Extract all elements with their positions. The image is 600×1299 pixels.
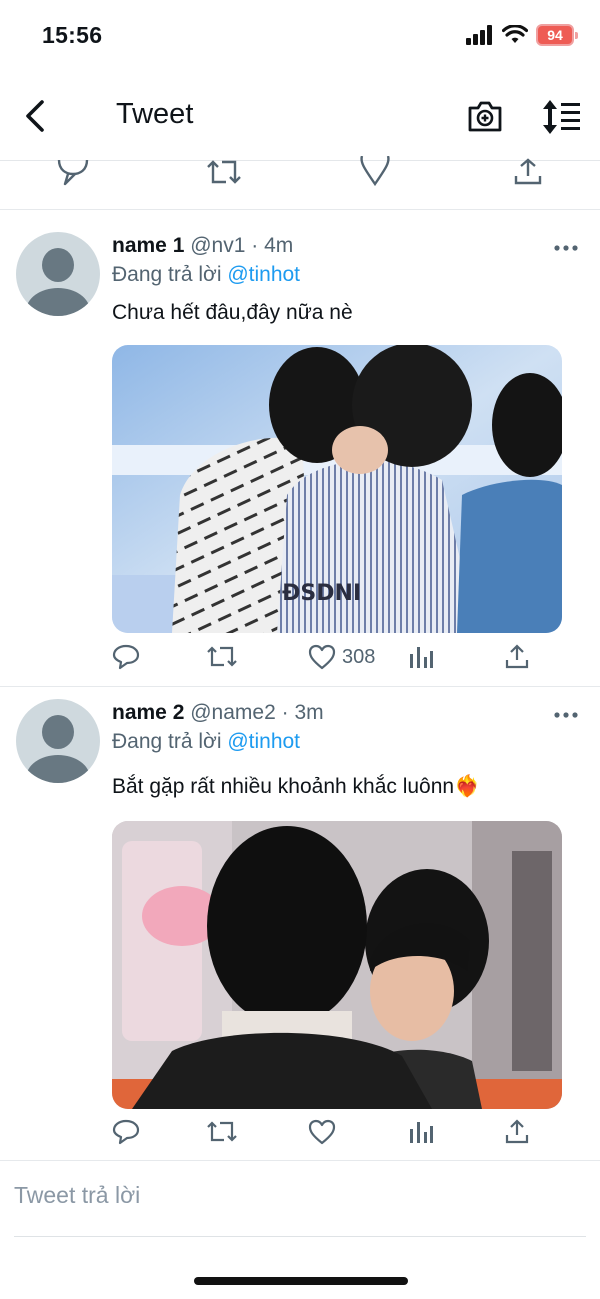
share-icon[interactable] bbox=[512, 158, 544, 186]
divider bbox=[0, 1160, 600, 1161]
tweet-1[interactable]: name 1 @nv1 · 4m Đang trả lời @tinhot Ch… bbox=[0, 210, 600, 686]
share-button[interactable] bbox=[504, 1119, 530, 1145]
replying-to: Đang trả lời @tinhot bbox=[112, 263, 300, 287]
avatar[interactable] bbox=[16, 699, 100, 783]
reply-input[interactable]: Tweet trả lời bbox=[14, 1182, 140, 1209]
retweet-icon bbox=[207, 1121, 237, 1142]
separator-dot: · bbox=[251, 234, 259, 257]
battery-level: 94 bbox=[547, 27, 563, 43]
avatar-head bbox=[42, 715, 74, 749]
retweet-button[interactable] bbox=[206, 1119, 238, 1145]
tweet-time: 4m bbox=[264, 234, 294, 257]
sort-icon[interactable] bbox=[540, 98, 582, 136]
tweet-actions: 308 bbox=[112, 644, 562, 678]
status-bar: 15:56 94 bbox=[0, 0, 600, 72]
tweet-header: name 1 @nv1 · 4m bbox=[112, 234, 293, 258]
like-icon bbox=[308, 1119, 336, 1145]
tweet-header: name 2 @name2 · 3m bbox=[112, 701, 324, 725]
like-count: 308 bbox=[342, 645, 376, 668]
replying-to-prefix: Đang trả lời bbox=[112, 730, 222, 753]
tweet-2[interactable]: name 2 @name2 · 3m Đang trả lời @tinhot … bbox=[0, 687, 600, 1157]
like-button[interactable] bbox=[308, 1119, 342, 1145]
signal-icon bbox=[466, 25, 492, 45]
avatar-body bbox=[26, 755, 90, 783]
nav-bar: Tweet bbox=[0, 80, 600, 154]
analytics-icon bbox=[410, 647, 433, 668]
like-button[interactable]: 308 bbox=[308, 644, 375, 670]
analytics-button[interactable] bbox=[408, 1119, 434, 1145]
tweet-media-photo[interactable]: ĐSDNI bbox=[112, 345, 562, 633]
retweet-button[interactable] bbox=[206, 644, 238, 670]
previous-tweet-actions bbox=[0, 156, 600, 208]
reply-button[interactable] bbox=[112, 1119, 140, 1145]
author-name[interactable]: name 1 bbox=[112, 234, 184, 257]
status-icons: 94 bbox=[466, 24, 578, 46]
share-icon bbox=[505, 644, 529, 669]
home-indicator[interactable] bbox=[194, 1277, 408, 1285]
reply-icon bbox=[112, 644, 140, 670]
avatar-head bbox=[42, 248, 74, 282]
replying-to-mention[interactable]: @tinhot bbox=[227, 730, 300, 753]
share-button[interactable] bbox=[504, 644, 530, 670]
back-arrow-icon[interactable] bbox=[20, 98, 54, 134]
replying-to: Đang trả lời @tinhot bbox=[112, 730, 300, 754]
retweet-icon[interactable] bbox=[206, 158, 242, 188]
tweet-time: 3m bbox=[294, 701, 324, 724]
camera-plus-icon[interactable] bbox=[466, 98, 504, 134]
like-icon[interactable] bbox=[358, 156, 392, 186]
author-handle[interactable]: @nv1 bbox=[190, 234, 245, 257]
share-icon bbox=[505, 1119, 529, 1144]
wifi-icon bbox=[502, 25, 528, 43]
analytics-button[interactable] bbox=[408, 644, 434, 670]
avatar-body bbox=[26, 288, 90, 316]
analytics-icon bbox=[410, 1122, 433, 1143]
tweet-text: Bắt gặp rất nhiều khoảnh khắc luônn❤️‍🔥 bbox=[112, 775, 481, 798]
author-name[interactable]: name 2 bbox=[112, 701, 184, 724]
avatar[interactable] bbox=[16, 232, 100, 316]
replying-to-mention[interactable]: @tinhot bbox=[227, 263, 300, 286]
reply-input-underline bbox=[14, 1236, 586, 1237]
svg-text:ĐSDNI: ĐSDNI bbox=[282, 581, 361, 606]
reply-button[interactable] bbox=[112, 644, 140, 670]
tweet-media-photo[interactable] bbox=[112, 821, 562, 1109]
battery-icon: 94 bbox=[536, 24, 578, 46]
reply-icon[interactable] bbox=[56, 158, 90, 186]
tweet-text: Chưa hết đâu,đây nữa nè bbox=[112, 301, 353, 324]
retweet-icon bbox=[207, 646, 237, 667]
more-icon[interactable] bbox=[554, 711, 578, 719]
author-handle[interactable]: @name2 bbox=[190, 701, 276, 724]
tweet-actions bbox=[112, 1119, 562, 1153]
more-icon[interactable] bbox=[554, 244, 578, 252]
like-icon bbox=[308, 644, 336, 670]
reply-icon bbox=[112, 1119, 140, 1145]
page-title: Tweet bbox=[116, 98, 194, 130]
separator-dot: · bbox=[281, 701, 289, 724]
status-time: 15:56 bbox=[42, 22, 103, 48]
replying-to-prefix: Đang trả lời bbox=[112, 263, 222, 286]
